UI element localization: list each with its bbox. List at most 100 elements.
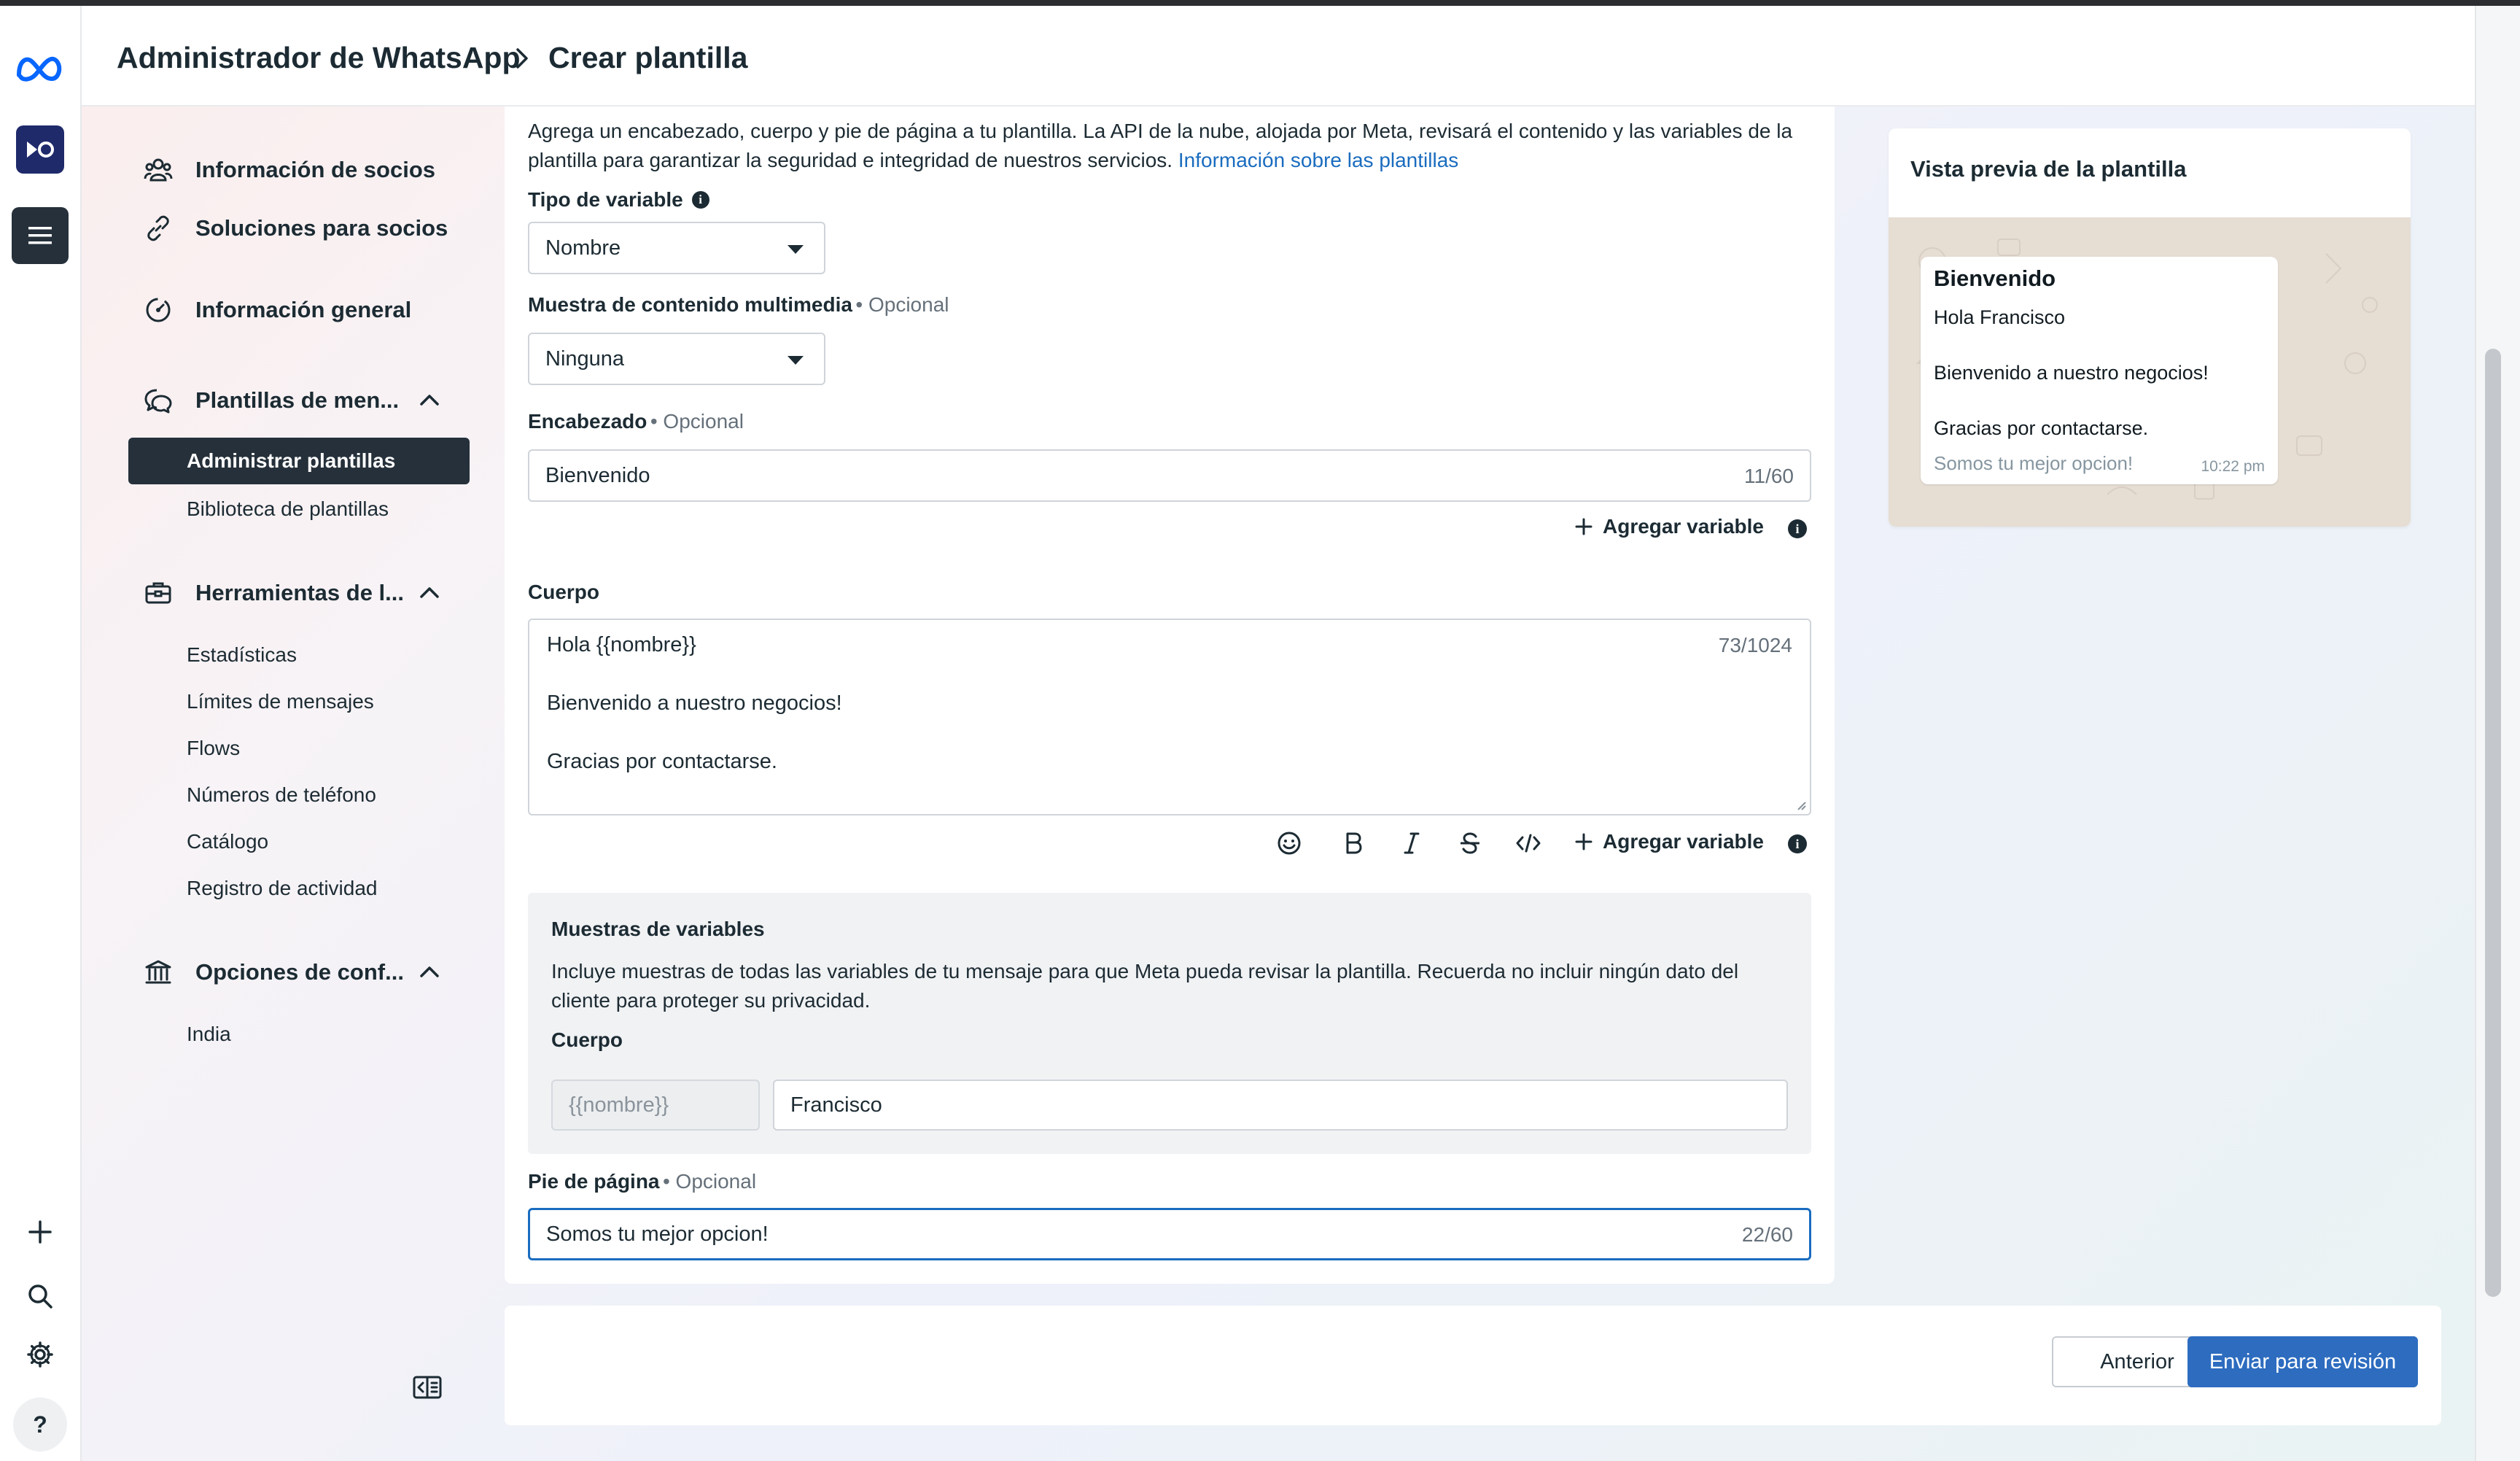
sidebar-subitem-activity-log[interactable]: Registro de actividad [187,874,377,903]
search-icon[interactable] [12,1268,69,1325]
sidebar-item-message-templates[interactable]: Plantillas de men... [143,385,399,416]
bank-icon [143,957,174,988]
sample-variable-placeholder: {{nombre}} [569,1093,669,1117]
preview-footer: Somos tu mejor opcion! [1934,452,2134,474]
sidebar-item-label: Información general [195,297,412,322]
sidebar-subitem-flows[interactable]: Flows [187,734,240,763]
media-sample-select[interactable]: Ninguna [528,333,825,385]
sample-value-input[interactable]: Francisco [773,1080,1788,1131]
chevron-up-icon[interactable] [417,388,442,413]
code-icon[interactable] [1514,829,1543,858]
action-bar: Anterior Enviar para revisión [505,1306,2441,1425]
samples-body-label: Cuerpo [551,1028,623,1051]
header-add-variable-button[interactable]: Agregar variable [1575,515,1764,538]
submit-for-review-button[interactable]: Enviar para revisión [2188,1336,2418,1387]
header-input-value: Bienvenido [545,464,650,487]
plus-icon [1575,518,1592,535]
chevron-up-icon[interactable] [417,960,442,985]
preview-timestamp: 10:22 pm [2201,458,2265,475]
scrollbar-thumb[interactable] [2485,349,2501,1297]
caret-down-icon [788,245,804,254]
briefcase-icon [143,578,174,608]
sample-variable-name: {{nombre}} [551,1080,760,1131]
header-input[interactable]: Bienvenido 11/60 [528,449,1811,502]
sidebar-item-settings[interactable]: Opciones de conf... [143,957,404,988]
meta-logo-icon[interactable] [12,39,69,96]
collapse-sidebar-icon[interactable] [413,1376,442,1399]
resize-handle-icon[interactable] [1795,799,1807,811]
sidebar-subitem-statistics[interactable]: Estadísticas [187,640,297,670]
body-line-1: Hola {{nombre}} [547,633,696,656]
window-top-strip [0,0,2520,6]
link-icon [143,213,174,244]
optional-tag: • Opcional [662,1170,757,1193]
sidebar-item-partner-solutions[interactable]: Soluciones para socios [143,213,448,244]
sidebar-subitem-catalog[interactable]: Catálogo [187,827,268,856]
optional-tag: • Opcional [855,293,949,316]
add-variable-label: Agregar variable [1603,830,1764,853]
preview-body-line-3: Gracias por contactarse. [1934,417,2149,439]
header-char-counter: 11/60 [1744,465,1794,487]
header-label-text: Encabezado [528,410,648,433]
page-title: Crear plantilla [548,41,748,74]
page-header: Administrador de WhatsApp Crear plantill… [82,6,2475,106]
footer-input[interactable]: Somos tu mejor opcion! 22/60 [528,1208,1811,1260]
body-add-variable-button[interactable]: Agregar variable [1575,830,1764,853]
emoji-icon[interactable] [1275,829,1304,858]
template-preview-panel: Vista previa de la plantilla Bienvenido … [1889,128,2411,527]
variable-type-value: Nombre [545,236,621,260]
media-sample-label: Muestra de contenido multimedia • Opcion… [528,293,949,317]
sidebar-subitem-phone-numbers[interactable]: Números de teléfono [187,780,376,810]
sidebar-subitem-message-limits[interactable]: Límites de mensajes [187,687,374,716]
intro-description: Agrega un encabezado, cuerpo y pie de pá… [528,120,1793,171]
media-sample-value: Ninguna [545,347,625,371]
plus-icon[interactable] [12,1204,69,1260]
strikethrough-icon[interactable] [1455,829,1485,858]
info-icon[interactable]: i [691,191,709,209]
preview-body-line-1: Hola Francisco [1934,306,2066,328]
preview-body-line-2: Bienvenido a nuestro negocios! [1934,362,2209,384]
templates-info-link[interactable]: Información sobre las plantillas [1178,149,1458,171]
sidebar-item-partner-info[interactable]: Información de socios [143,155,435,185]
footer-input-value: Somos tu mejor opcion! [546,1222,769,1246]
business-app-icon[interactable] [16,125,64,174]
sidebar-item-label: Plantillas de men... [195,387,400,413]
body-textarea[interactable]: Hola {{nombre}} Bienvenido a nuestro neg… [528,619,1811,815]
plus-icon [1575,833,1592,850]
chevron-right-icon [513,47,531,70]
add-variable-label: Agregar variable [1603,515,1764,538]
body-line-2: Bienvenido a nuestro negocios! [547,691,842,715]
body-char-counter: 73/1024 [1718,634,1792,656]
info-icon[interactable]: i [1788,834,1807,853]
sample-value: Francisco [790,1093,882,1117]
sidebar-item-overview[interactable]: Información general [143,295,411,325]
variable-type-select[interactable]: Nombre [528,222,825,274]
page-scrollbar[interactable] [2475,6,2520,1461]
partners-icon [143,155,174,185]
chat-bubbles-icon [143,385,174,416]
preview-title: Vista previa de la plantilla [1910,156,2187,182]
help-icon: ? [33,1411,47,1438]
sidebar-item-tools[interactable]: Herramientas de l... [143,578,404,608]
variable-type-label-text: Tipo de variable [528,188,683,211]
footer-char-counter: 22/60 [1741,1223,1793,1246]
info-icon[interactable]: i [1788,519,1807,538]
samples-title: Muestras de variables [551,918,765,940]
gear-icon[interactable] [12,1326,69,1383]
sidebar-subitem-india[interactable]: India [187,1020,231,1049]
sidebar-item-label: Opciones de conf... [195,959,404,985]
icon-rail: ? [0,6,82,1461]
help-button[interactable]: ? [13,1398,67,1452]
sidebar-subitem-manage-templates[interactable]: Administrar plantillas [187,446,395,476]
bold-icon[interactable] [1339,829,1368,858]
app-title[interactable]: Administrador de WhatsApp [117,39,521,76]
italic-icon[interactable] [1397,829,1426,858]
sidebar-subitem-template-library[interactable]: Biblioteca de plantillas [187,495,389,524]
optional-tag: • Opcional [650,410,744,433]
body-label: Cuerpo [528,581,599,603]
chevron-up-icon[interactable] [417,581,442,605]
menu-icon[interactable] [12,207,69,264]
media-sample-label-text: Muestra de contenido multimedia [528,293,852,316]
footer-label: Pie de página • Opcional [528,1170,756,1193]
sidebar-item-label: Información de socios [195,157,436,182]
